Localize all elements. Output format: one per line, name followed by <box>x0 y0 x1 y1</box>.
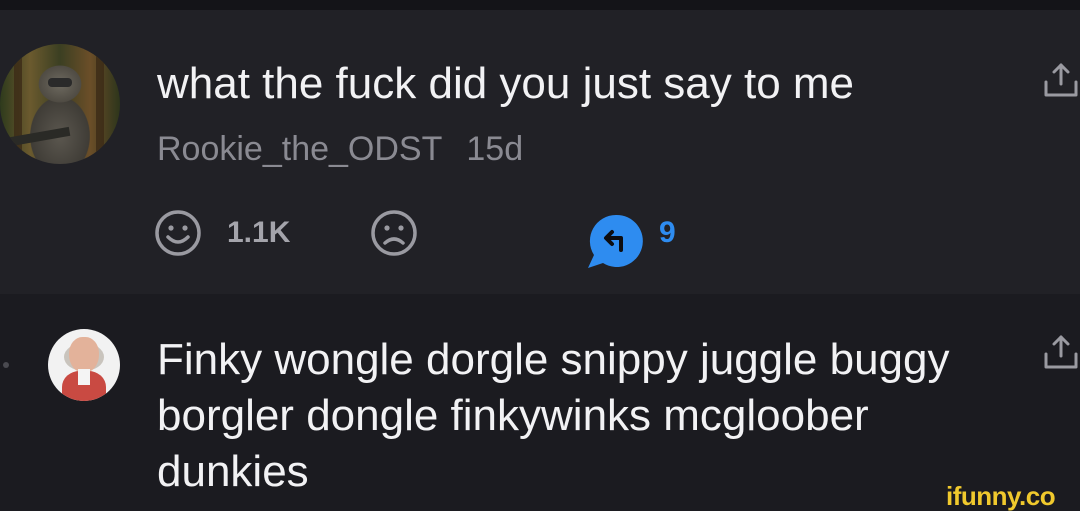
reply-icon[interactable] <box>585 212 643 270</box>
comment-item[interactable]: Finky wongle dorgle snippy juggle buggy … <box>0 294 1080 510</box>
timestamp: 15d <box>466 130 524 168</box>
reply-count: 9 <box>659 216 676 249</box>
top-divider <box>0 0 1080 10</box>
avatar[interactable] <box>0 44 120 164</box>
comment-text: Finky wongle dorgle snippy juggle buggy … <box>157 335 950 496</box>
comment-meta: Rookie_the_ODST 15d <box>157 127 523 171</box>
smile-icon[interactable] <box>153 208 203 258</box>
comment-item[interactable]: what the fuck did you just say to me Roo… <box>0 10 1080 294</box>
share-icon[interactable] <box>1042 62 1080 98</box>
watermark: ifunny.co <box>946 481 1056 511</box>
upvote-count: 1.1K <box>227 216 291 249</box>
thread-indicator <box>3 362 9 368</box>
author-name[interactable]: Rookie_the_ODST <box>157 130 442 168</box>
share-icon[interactable] <box>1042 334 1080 370</box>
frown-icon[interactable] <box>369 208 419 258</box>
comment-text: what the fuck did you just say to me <box>157 59 855 108</box>
avatar[interactable] <box>48 329 120 401</box>
